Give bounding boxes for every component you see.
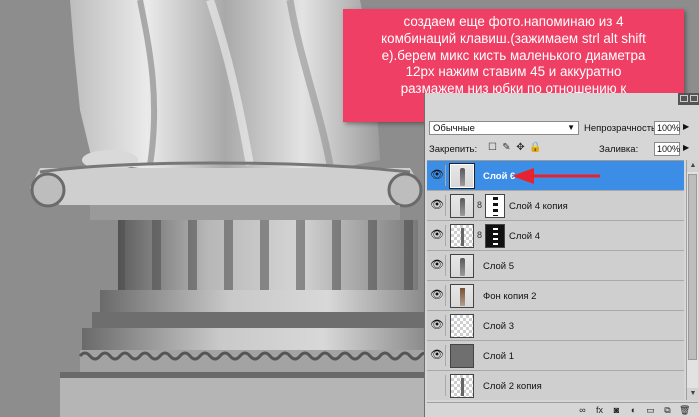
callout-line: e).берем микс кисть маленького диаметра <box>381 47 646 63</box>
lock-all-icon[interactable]: 🔒 <box>529 142 541 154</box>
layers-scrollbar[interactable]: ▲ ▼ <box>686 160 699 400</box>
layer-row[interactable]: 👁 Слой 2 копия <box>427 371 684 400</box>
scroll-down-icon[interactable]: ▼ <box>687 388 699 400</box>
blend-row: Обычные ▼ Непрозрачность: 100% ▶ <box>429 121 697 137</box>
lock-pixels-icon[interactable]: ✎ <box>501 142 512 154</box>
layer-thumbnail <box>450 224 474 248</box>
layer-mask-thumbnail[interactable] <box>485 224 505 248</box>
panel-title-bar[interactable] <box>678 93 699 105</box>
layer-row[interactable]: 👁 Слой 5 <box>427 251 684 281</box>
layer-thumbnail <box>450 284 474 308</box>
layer-row[interactable]: 👁 Слой 6 <box>427 161 684 191</box>
layers-panel: Обычные ▼ Непрозрачность: 100% ▶ Закрепи… <box>424 93 699 417</box>
new-layer-icon[interactable]: ⧉ <box>662 405 673 416</box>
collapse-icon[interactable] <box>680 95 688 102</box>
eye-icon[interactable]: 👁 <box>429 255 446 276</box>
layer-name: Слой 4 копия <box>509 201 568 212</box>
fx-icon[interactable]: fx <box>594 405 605 415</box>
mask-icon[interactable]: ◙ <box>611 405 622 415</box>
callout-line: комбинаций клавиш.(зажимаем strl alt shi… <box>381 30 646 46</box>
layer-row[interactable]: 👁 Слой 1 <box>427 341 684 371</box>
close-icon[interactable] <box>690 95 698 102</box>
layer-thumbnail <box>450 374 474 398</box>
opacity-input[interactable]: 100% <box>654 121 680 135</box>
layer-thumbnail <box>449 163 475 189</box>
layer-thumbnail <box>450 194 474 218</box>
eye-icon[interactable]: 👁 <box>429 165 446 186</box>
eye-icon[interactable]: 👁 <box>429 315 446 336</box>
lock-icons: ☐ ✎ ✥ 🔒 <box>487 142 541 156</box>
layer-name: Слой 6 <box>483 171 516 182</box>
lock-label: Закрепить: <box>429 144 478 155</box>
lock-position-icon[interactable]: ✥ <box>515 142 526 154</box>
opacity-label: Непрозрачность: <box>584 123 659 134</box>
folder-icon[interactable]: ▭ <box>645 405 656 416</box>
layer-name: Слой 3 <box>483 321 515 332</box>
eye-icon[interactable]: 👁 <box>429 225 446 246</box>
layer-thumbnail <box>450 314 474 338</box>
scroll-up-icon[interactable]: ▲ <box>687 160 699 172</box>
layers-list: 👁 Слой 6 👁 8 Слой 4 копия 👁 8 Слой 4 👁 С… <box>427 160 684 400</box>
blend-mode-select[interactable]: Обычные ▼ <box>429 121 579 135</box>
layer-name: Слой 4 <box>509 231 541 242</box>
chain-link-icon[interactable]: 8 <box>477 230 482 240</box>
scroll-thumb[interactable] <box>688 174 697 360</box>
eye-icon[interactable]: 👁 <box>429 345 446 366</box>
fill-slider-arrow-icon[interactable]: ▶ <box>683 143 689 152</box>
layer-row[interactable]: 👁 8 Слой 4 <box>427 221 684 251</box>
trash-icon[interactable]: 🗑 <box>679 405 690 416</box>
layer-thumbnail <box>450 344 474 368</box>
layer-row[interactable]: 👁 8 Слой 4 копия <box>427 191 684 221</box>
fill-label: Заливка: <box>599 144 639 155</box>
callout-line: 12px нажим ставим 45 и аккуратно <box>405 64 622 80</box>
lock-row: Закрепить: ☐ ✎ ✥ 🔒 Заливка: 100% ▶ <box>429 142 697 158</box>
fill-input[interactable]: 100% <box>654 142 680 156</box>
layer-name: Слой 5 <box>483 261 515 272</box>
opacity-slider-arrow-icon[interactable]: ▶ <box>683 122 689 131</box>
lock-transparency-icon[interactable]: ☐ <box>487 142 498 154</box>
chain-link-icon[interactable]: 8 <box>477 200 482 210</box>
layers-footer: ∞ fx ◙ ◐ ▭ ⧉ 🗑 <box>427 402 698 417</box>
callout-line: создаем еще фото.напоминаю из 4 <box>403 14 624 29</box>
layer-name: Слой 2 копия <box>483 381 542 392</box>
eye-icon[interactable]: 👁 <box>429 195 446 216</box>
eye-hidden-icon[interactable]: 👁 <box>429 375 446 396</box>
chevron-down-icon: ▼ <box>567 123 575 132</box>
layer-row[interactable]: 👁 Фон копия 2 <box>427 281 684 311</box>
layer-row[interactable]: 👁 Слой 3 <box>427 311 684 341</box>
layer-name: Слой 1 <box>483 351 515 362</box>
blend-mode-value: Обычные <box>433 123 475 134</box>
adjustment-icon[interactable]: ◐ <box>628 405 639 415</box>
layer-thumbnail <box>450 254 474 278</box>
eye-icon[interactable]: 👁 <box>429 285 446 306</box>
layer-mask-thumbnail[interactable] <box>485 194 505 218</box>
layer-name: Фон копия 2 <box>483 291 537 302</box>
link-icon[interactable]: ∞ <box>577 405 588 415</box>
